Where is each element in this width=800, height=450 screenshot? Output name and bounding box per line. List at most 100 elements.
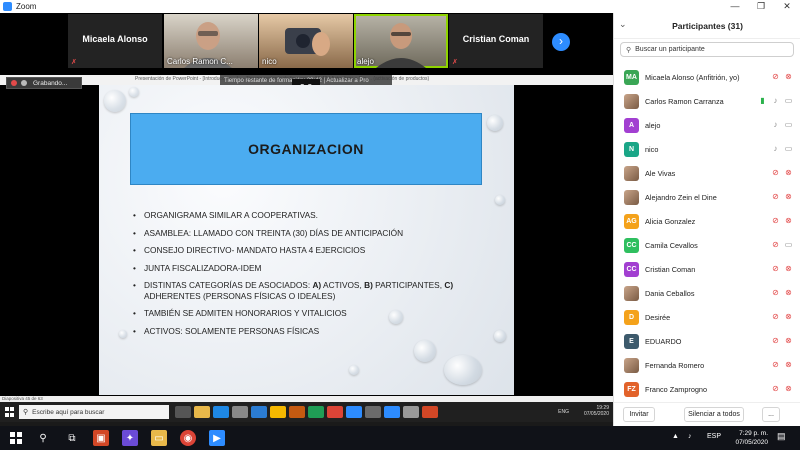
volume-icon[interactable]: ♪: [688, 433, 692, 440]
mic-muted-icon[interactable]: ⊘: [771, 192, 780, 201]
chrome-icon[interactable]: ◉: [180, 430, 196, 446]
participant-row[interactable]: AG Alicia Gonzalez ⊘ ⊗: [614, 209, 800, 233]
mic-muted-icon[interactable]: ⊘: [771, 336, 780, 345]
slide-bullet: Distintas categorías de asociados: A) ac…: [133, 280, 493, 301]
mic-icon[interactable]: ♪: [771, 144, 780, 153]
participant-row[interactable]: Dania Ceballos ⊘ ⊗: [614, 281, 800, 305]
stop-icon[interactable]: [21, 80, 27, 86]
chevron-right-icon[interactable]: ›: [552, 33, 570, 51]
camera-off-icon[interactable]: ⊗: [784, 288, 793, 297]
participant-row[interactable]: Ale Vivas ⊘ ⊗: [614, 161, 800, 185]
camera-off-icon[interactable]: ⊗: [784, 216, 793, 225]
tile-name: Micaela Alonso: [82, 34, 148, 44]
camera-icon[interactable]: ▭: [784, 144, 793, 153]
slide-bullet: Consejo directivo- mandato hasta 4 ejerc…: [133, 245, 493, 256]
notification-icon[interactable]: ▤: [777, 431, 789, 443]
avatar: [624, 285, 639, 301]
slide-counter: Diapositiva 45 de 63: [2, 396, 43, 401]
camera-off-icon[interactable]: ⊗: [784, 168, 793, 177]
recording-indicator[interactable]: Grabando...: [6, 77, 82, 89]
network-icon[interactable]: ▲: [672, 433, 679, 440]
zoom-app-icon[interactable]: ▶: [209, 430, 225, 446]
mute-all-button[interactable]: Silenciar a todos: [684, 407, 744, 422]
mic-muted-icon[interactable]: ⊘: [771, 384, 780, 393]
participant-row[interactable]: CC Cristian Coman ⊘ ⊗: [614, 257, 800, 281]
powerpoint-icon: [289, 406, 305, 418]
participant-row[interactable]: Alejandro Zein el Dine ⊘ ⊗: [614, 185, 800, 209]
participant-name: Carlos Ramon Carranza: [645, 96, 724, 106]
invite-button[interactable]: Invitar: [623, 407, 655, 422]
tile-name: Cristian Coman: [462, 34, 530, 44]
start-button[interactable]: [10, 432, 22, 444]
app-icon[interactable]: ✦: [122, 430, 138, 446]
minimize-button[interactable]: —: [722, 0, 748, 13]
camera-off-icon[interactable]: ⊗: [784, 264, 793, 273]
participant-row[interactable]: Fernanda Romero ⊘ ⊗: [614, 353, 800, 377]
participant-status-icons: ⊘ ⊗: [767, 288, 793, 297]
participant-name: EDUARDO: [645, 336, 682, 346]
mic-muted-icon[interactable]: ⊘: [771, 168, 780, 177]
mic-muted-icon[interactable]: ⊘: [771, 240, 780, 249]
mic-muted-icon[interactable]: ⊘: [771, 312, 780, 321]
participant-row[interactable]: Nnico ♪ ▭: [614, 137, 800, 161]
mic-muted-icon[interactable]: ⊘: [771, 264, 780, 273]
participant-row[interactable]: Carlos Ramon Carranza ▮ ♪ ▭: [614, 89, 800, 113]
participant-name: Franco Zamprogno: [645, 384, 708, 394]
camera-off-icon[interactable]: ⊗: [784, 360, 793, 369]
close-button[interactable]: ✕: [774, 0, 800, 13]
file-explorer-icon[interactable]: ▭: [151, 430, 167, 446]
camera-off-icon[interactable]: ⊗: [784, 312, 793, 321]
tile-name: nico: [262, 57, 277, 66]
mic-muted-icon[interactable]: ⊘: [771, 288, 780, 297]
camera-icon[interactable]: ▭: [784, 240, 793, 249]
participants-title: Participantes (31): [672, 21, 743, 31]
camera-icon[interactable]: ▭: [784, 96, 793, 105]
participant-search-placeholder: Buscar un participante: [635, 46, 705, 53]
camera-icon[interactable]: ▭: [784, 120, 793, 129]
mic-muted-icon[interactable]: ⊘: [771, 360, 780, 369]
video-tile-active-speaker[interactable]: alejo: [354, 14, 448, 68]
participant-status-icons: ⊘ ⊗: [767, 312, 793, 321]
mic-muted-icon[interactable]: ⊘: [771, 72, 780, 81]
clock-date: 07/05/2020: [735, 439, 768, 446]
camera-off-icon[interactable]: ⊗: [784, 336, 793, 345]
maximize-button[interactable]: ❐: [748, 0, 774, 13]
task-view-icon[interactable]: ⧉: [64, 430, 80, 446]
camera-off-icon[interactable]: ⊗: [784, 384, 793, 393]
clock[interactable]: 7:29 p. m. 07/05/2020: [728, 429, 768, 447]
video-tile[interactable]: Cristian Coman ✗: [449, 14, 543, 68]
mic-muted-icon: ✗: [71, 59, 77, 66]
store-icon[interactable]: ▣: [93, 430, 109, 446]
participant-name: Desirée: [645, 312, 671, 322]
participant-row[interactable]: Aalejo ♪ ▭: [614, 113, 800, 137]
chrome-icon: [327, 406, 343, 418]
zoom-logo-icon: [3, 2, 12, 11]
participants-panel: ⌄ Participantes (31) ⚲ Buscar un partici…: [613, 13, 800, 426]
title-bar: Zoom — ❐ ✕: [0, 0, 800, 13]
zoom-app-icon: [346, 406, 362, 418]
video-tile[interactable]: nico: [259, 14, 353, 68]
mic-icon[interactable]: ♪: [771, 96, 780, 105]
camera-off-icon[interactable]: ⊗: [784, 192, 793, 201]
participant-row[interactable]: MA Micaela Alonso (Anfitrión, yo) ⊘ ⊗: [614, 65, 800, 89]
participant-row[interactable]: CC Camila Cevallos ⊘ ▭: [614, 233, 800, 257]
video-tile[interactable]: Carlos Ramon C...: [164, 14, 258, 68]
mic-icon[interactable]: ♪: [771, 120, 780, 129]
window-title: Zoom: [16, 2, 37, 11]
tile-name: alejo: [357, 57, 374, 66]
participant-name: alejo: [645, 120, 661, 130]
participant-row[interactable]: E EDUARDO ⊘ ⊗: [614, 329, 800, 353]
avatar: [624, 165, 639, 181]
mic-muted-icon[interactable]: ⊘: [771, 216, 780, 225]
more-button[interactable]: ...: [762, 407, 780, 422]
language-indicator[interactable]: ESP: [707, 433, 721, 440]
camera-off-icon[interactable]: ⊗: [784, 72, 793, 81]
search-icon: ⚲: [626, 46, 632, 54]
participant-row[interactable]: D Desirée ⊘ ⊗: [614, 305, 800, 329]
participant-search-input[interactable]: ⚲ Buscar un participante: [620, 42, 794, 57]
video-tile[interactable]: Micaela Alonso ✗: [68, 14, 162, 68]
app-icon: [403, 406, 419, 418]
search-icon[interactable]: ⚲: [35, 430, 51, 446]
shared-taskbar: ⚲ Escribe aquí para buscar ENG 19:29 07/…: [0, 402, 613, 422]
participant-row[interactable]: FZ Franco Zamprogno ⊘ ⊗: [614, 377, 800, 401]
